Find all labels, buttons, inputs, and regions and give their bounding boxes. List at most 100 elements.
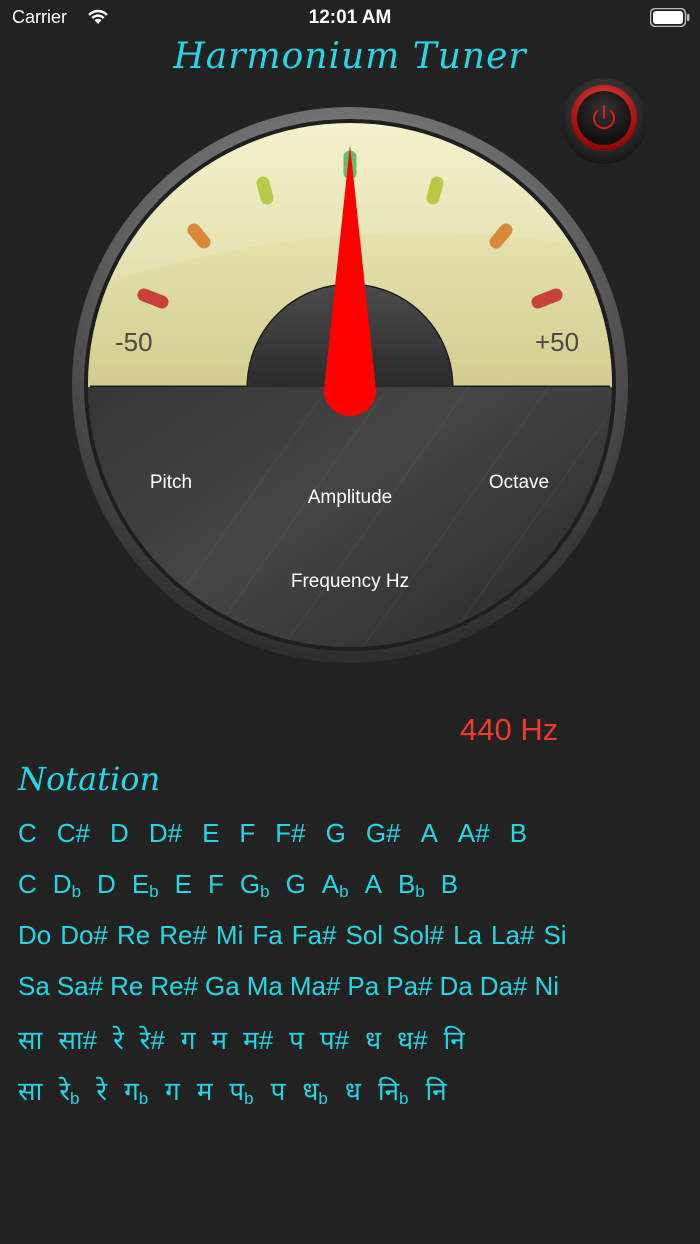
note-item[interactable]: Gb [240, 869, 270, 901]
note-label: रे [113, 1025, 124, 1055]
note-item[interactable]: Ab [322, 869, 349, 901]
note-item[interactable]: म# [243, 1021, 273, 1057]
note-label: प# [319, 1025, 350, 1055]
note-label: ध [344, 1076, 361, 1106]
note-item[interactable]: A [365, 869, 382, 900]
tick-orange-right [489, 223, 513, 249]
note-item[interactable]: Eb [132, 869, 159, 901]
note-item[interactable]: ध [365, 1021, 381, 1057]
note-item[interactable]: रे b [59, 1072, 79, 1108]
note-item[interactable]: Pa# [386, 971, 432, 1002]
note-item[interactable]: Db [53, 869, 81, 901]
note-item[interactable]: म [211, 1021, 227, 1057]
tuner-gauge: -50 +50 Pitch Amplitude Octave Frequency… [70, 105, 630, 665]
note-item[interactable]: C [18, 869, 37, 900]
note-label: La [453, 920, 483, 950]
note-item[interactable]: D [110, 818, 129, 849]
note-item[interactable]: B [510, 818, 527, 849]
note-label: Re [110, 971, 144, 1001]
note-item[interactable]: नि [426, 1072, 447, 1108]
note-item[interactable]: Re# [159, 920, 207, 951]
note-label: D [110, 818, 129, 848]
note-item[interactable]: C [18, 818, 37, 849]
note-item[interactable]: पb [229, 1072, 253, 1108]
note-item[interactable]: C# [57, 818, 90, 849]
note-item[interactable]: Fa# [292, 920, 337, 951]
note-item[interactable]: Da [440, 971, 473, 1002]
note-item[interactable]: G# [366, 818, 401, 849]
note-item[interactable]: गb [124, 1072, 148, 1108]
note-item[interactable]: प [271, 1072, 286, 1108]
note-item[interactable]: रे [96, 1072, 107, 1108]
note-item[interactable]: E [175, 869, 192, 900]
note-item[interactable]: Sa [18, 971, 50, 1002]
note-item[interactable]: A [421, 818, 438, 849]
note-item[interactable]: Ma [247, 971, 283, 1002]
note-item[interactable]: Si [543, 920, 566, 951]
note-item[interactable]: Re# [150, 971, 198, 1002]
note-item[interactable]: Da# [480, 971, 528, 1002]
note-item[interactable]: ग [165, 1072, 180, 1108]
note-item[interactable]: Do [18, 920, 51, 951]
note-label: Re# [159, 920, 207, 950]
note-item[interactable]: Ga [205, 971, 240, 1002]
note-item[interactable]: रे [113, 1021, 124, 1057]
note-item[interactable]: Sa# [57, 971, 103, 1002]
note-item[interactable]: B [441, 869, 458, 900]
note-item[interactable]: La [453, 920, 482, 951]
note-item[interactable]: Ni [534, 971, 559, 1002]
note-item[interactable]: A# [458, 818, 490, 849]
note-label: Ma# [289, 971, 341, 1001]
note-label: रे# [139, 1025, 165, 1055]
note-item[interactable]: F [239, 818, 255, 849]
note-label: F [207, 869, 224, 899]
note-item[interactable]: सा [18, 1021, 42, 1057]
note-item[interactable]: G [286, 869, 306, 900]
note-item[interactable]: Do# [60, 920, 108, 951]
note-label: Sol# [392, 920, 445, 950]
note-item[interactable]: ध# [397, 1021, 427, 1057]
note-label: Sa# [56, 971, 104, 1001]
note-item[interactable]: सा# [58, 1021, 97, 1057]
notation-title: Notation [18, 760, 161, 798]
note-item[interactable]: Pa [347, 971, 379, 1002]
note-label: सा# [58, 1025, 98, 1055]
tick-orange-left [187, 223, 211, 249]
note-item[interactable]: E [202, 818, 219, 849]
note-item[interactable]: Re [110, 971, 143, 1002]
scale-min-label: -50 [115, 327, 153, 357]
note-item[interactable]: Sol# [392, 920, 444, 951]
note-label: G [285, 869, 306, 899]
note-label: सा [18, 1076, 43, 1106]
note-label: नि [425, 1076, 447, 1106]
note-item[interactable]: धb [302, 1072, 327, 1108]
note-label: Mi [215, 920, 244, 950]
note-item[interactable]: सा [18, 1072, 42, 1108]
note-label: G [325, 818, 346, 848]
note-item[interactable]: Bb [398, 869, 425, 901]
note-item[interactable]: ध [345, 1072, 361, 1108]
note-label: ग [124, 1076, 139, 1106]
note-item[interactable]: Sol [346, 920, 384, 951]
note-item[interactable]: रे# [140, 1021, 165, 1057]
note-item[interactable]: Re [117, 920, 150, 951]
note-item[interactable]: Ma# [290, 971, 341, 1002]
note-item[interactable]: G [326, 818, 346, 849]
note-item[interactable]: D# [149, 818, 182, 849]
note-item[interactable]: प# [320, 1021, 349, 1057]
note-item[interactable]: प [289, 1021, 304, 1057]
flat-subscript: b [318, 1089, 328, 1108]
note-item[interactable]: La# [491, 920, 534, 951]
note-item[interactable]: F# [275, 818, 305, 849]
note-item[interactable]: नि b [378, 1072, 409, 1108]
note-item[interactable]: Fa [252, 920, 282, 951]
note-item[interactable]: नि [444, 1021, 465, 1057]
note-label: म [196, 1076, 213, 1106]
note-item[interactable]: ग [181, 1021, 196, 1057]
note-item[interactable]: Mi [216, 920, 243, 951]
tick-green-left [256, 176, 274, 205]
tick-red-right [531, 288, 563, 309]
note-item[interactable]: D [97, 869, 116, 900]
note-item[interactable]: F [208, 869, 224, 900]
note-item[interactable]: म [197, 1072, 213, 1108]
